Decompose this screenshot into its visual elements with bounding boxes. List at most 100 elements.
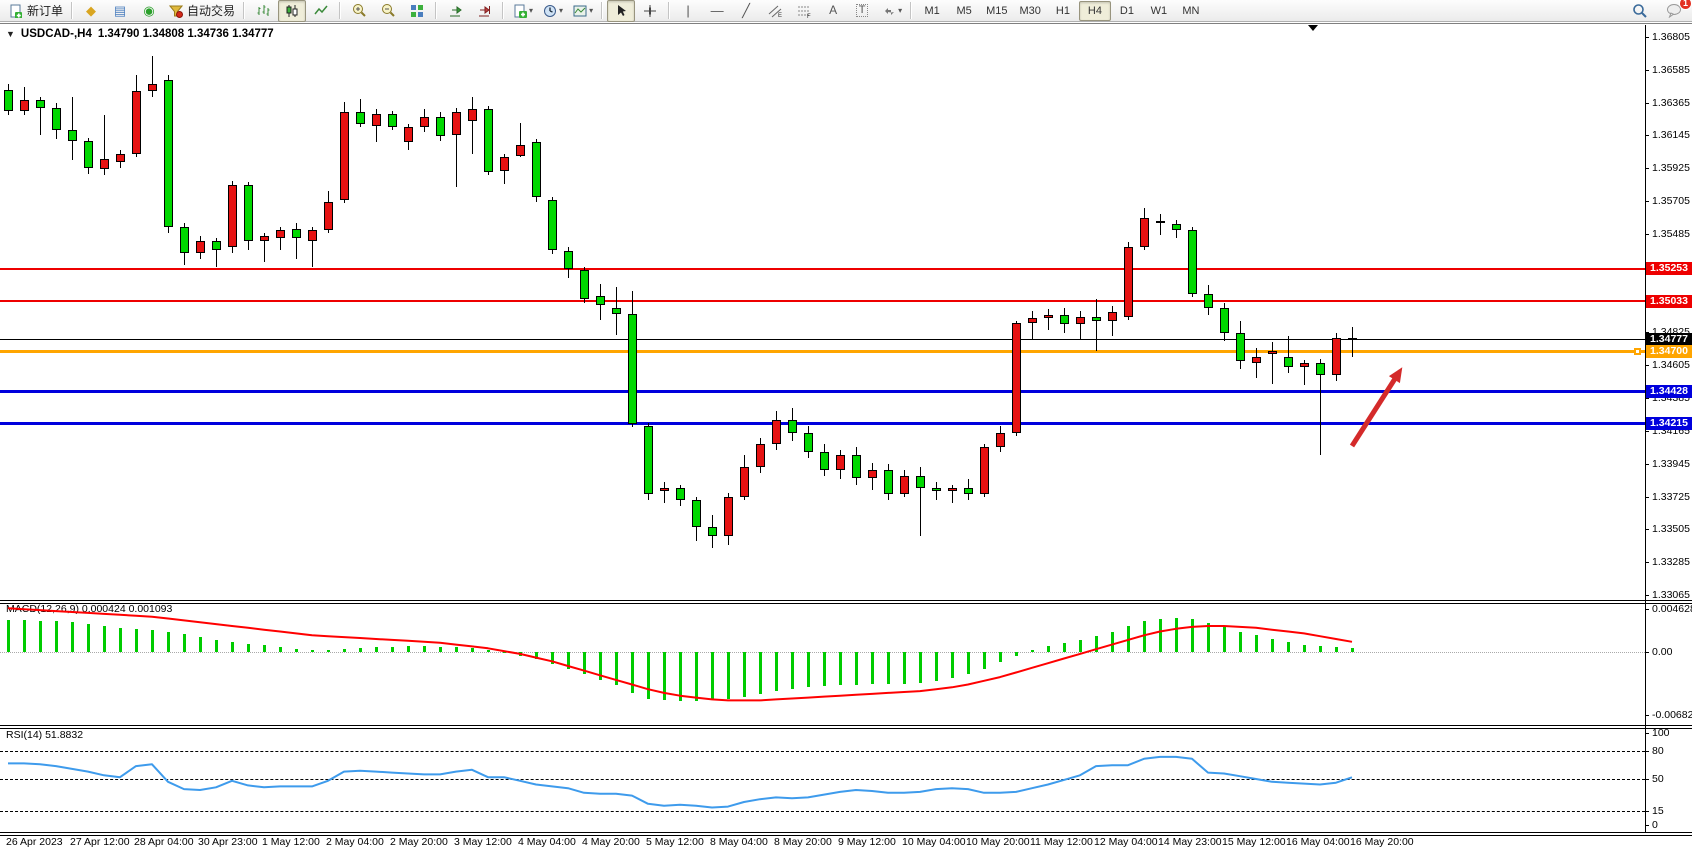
chart-shift-marker[interactable] [1308,25,1318,31]
price-axis-tick [1645,595,1649,596]
tile-windows-button[interactable] [403,0,431,22]
timeframe-button-w1[interactable]: W1 [1143,1,1175,21]
periods-button[interactable]: ▾ [538,0,567,22]
macd-histogram-bar [183,634,186,652]
auto-trading-button[interactable]: 自动交易 [164,0,239,22]
timeframe-button-h4[interactable]: H4 [1079,1,1111,21]
macd-histogram-bar [1111,632,1114,652]
horizontal-level-line[interactable] [0,300,1645,302]
signals-button[interactable]: ◉ [135,0,163,22]
price-pane[interactable] [0,25,1692,600]
candle-wick [936,482,937,500]
arrows-dropdown-caret[interactable]: ▾ [898,6,902,15]
pane-separator[interactable] [0,832,1692,836]
line-drag-handle[interactable] [1634,348,1641,355]
search-icon [1632,3,1648,19]
candle-body [52,108,61,130]
timeframe-button-m1[interactable]: M1 [916,1,948,21]
candle-body [1236,333,1245,361]
crosshair-tool-button[interactable] [636,0,664,22]
market-watch-icon: ▤ [114,4,126,17]
macd-histogram-bar [1239,632,1242,652]
time-axis-label: 9 May 12:00 [838,836,896,848]
timeframe-button-h1[interactable]: H1 [1047,1,1079,21]
market-watch-button[interactable]: ▤ [106,0,134,22]
macd-histogram-bar [455,647,458,652]
macd-axis-tick [1645,652,1649,653]
candle-body [1156,221,1165,223]
notifications-button[interactable]: 1 [1660,0,1688,22]
one-click-trading-toggle[interactable]: ▼ [6,29,15,39]
timeframe-button-mn[interactable]: MN [1175,1,1207,21]
equidistant-channel-tool-button[interactable]: E [761,0,789,22]
trendline-tool-button[interactable]: ╱ [732,0,760,22]
timeframe-button-d1[interactable]: D1 [1111,1,1143,21]
candlestick-chart-button[interactable] [278,0,306,22]
chart-window-button[interactable]: ◆ [77,0,105,22]
new-order-label: 新订单 [27,2,63,19]
macd-histogram-bar [1351,648,1354,652]
arrows-tool-button[interactable]: ▾ [877,0,906,22]
fibonacci-tool-button[interactable]: F [790,0,818,22]
cursor-tool-button[interactable] [607,0,635,22]
indicators-icon [512,3,528,19]
toolbar-separator [243,2,245,19]
price-axis-tick [1645,37,1649,38]
periods-dropdown-caret[interactable]: ▾ [559,6,563,15]
bar-chart-button[interactable] [249,0,277,22]
timeframe-button-m5[interactable]: M5 [948,1,980,21]
auto-scroll-icon [447,3,463,19]
horizontal-level-line[interactable] [0,339,1645,340]
search-button[interactable] [1626,0,1654,22]
macd-histogram-bar [727,652,730,699]
candle-body [468,109,477,121]
macd-pane[interactable] [0,603,1692,725]
horizontal-level-line[interactable] [0,268,1645,270]
zoom-in-button[interactable] [345,0,373,22]
horizontal-level-line[interactable] [0,422,1645,425]
chart-shift-button[interactable] [470,0,498,22]
price-axis-label: 1.33285 [1652,556,1690,568]
macd-histogram-bar [215,640,218,652]
horizontal-level-line[interactable] [0,350,1645,353]
new-order-button[interactable]: 新订单 [4,0,67,22]
candle-body [1028,318,1037,322]
label-tool-button[interactable]: T [848,0,876,22]
pane-separator[interactable] [0,725,1692,729]
price-axis-tick [1645,431,1649,432]
horizontal-line-tool-button[interactable]: — [703,0,731,22]
candle-body [356,112,365,124]
zoom-out-button[interactable] [374,0,402,22]
candle-body [452,112,461,134]
toolbar-separator [71,2,73,19]
line-chart-button[interactable] [307,0,335,22]
indicators-dropdown-caret[interactable]: ▾ [529,6,533,15]
zoom-out-icon [380,3,396,19]
vertical-line-tool-button[interactable]: | [674,0,702,22]
price-axis-label: 1.36145 [1652,129,1690,141]
horizontal-level-line[interactable] [0,390,1645,393]
rsi-pane[interactable] [0,728,1692,832]
time-axis-label: 16 May 04:00 [1286,836,1350,848]
auto-scroll-button[interactable] [441,0,469,22]
timeframe-button-m30[interactable]: M30 [1014,1,1047,21]
macd-histogram-bar [743,652,746,697]
macd-histogram-bar [7,620,10,652]
macd-histogram-bar [967,652,970,674]
periods-clock-icon [542,3,558,19]
time-axis-label: 11 May 12:00 [1030,836,1093,848]
chart-symbol-title: USDCAD-,H4 [21,28,92,40]
rsi-axis-tick [1645,733,1649,734]
candle-body [948,488,957,491]
templates-icon [572,3,588,19]
macd-axis-label: -0.006825 [1652,709,1692,721]
macd-histogram-bar [119,628,122,652]
text-tool-button[interactable]: A [819,0,847,22]
pane-separator[interactable] [0,600,1692,604]
macd-histogram-bar [71,622,74,652]
timeframe-button-m15[interactable]: M15 [980,1,1013,21]
macd-histogram-bar [1063,643,1066,652]
indicators-button[interactable]: ▾ [508,0,537,22]
templates-button[interactable]: ▾ [568,0,597,22]
templates-dropdown-caret[interactable]: ▾ [589,6,593,15]
